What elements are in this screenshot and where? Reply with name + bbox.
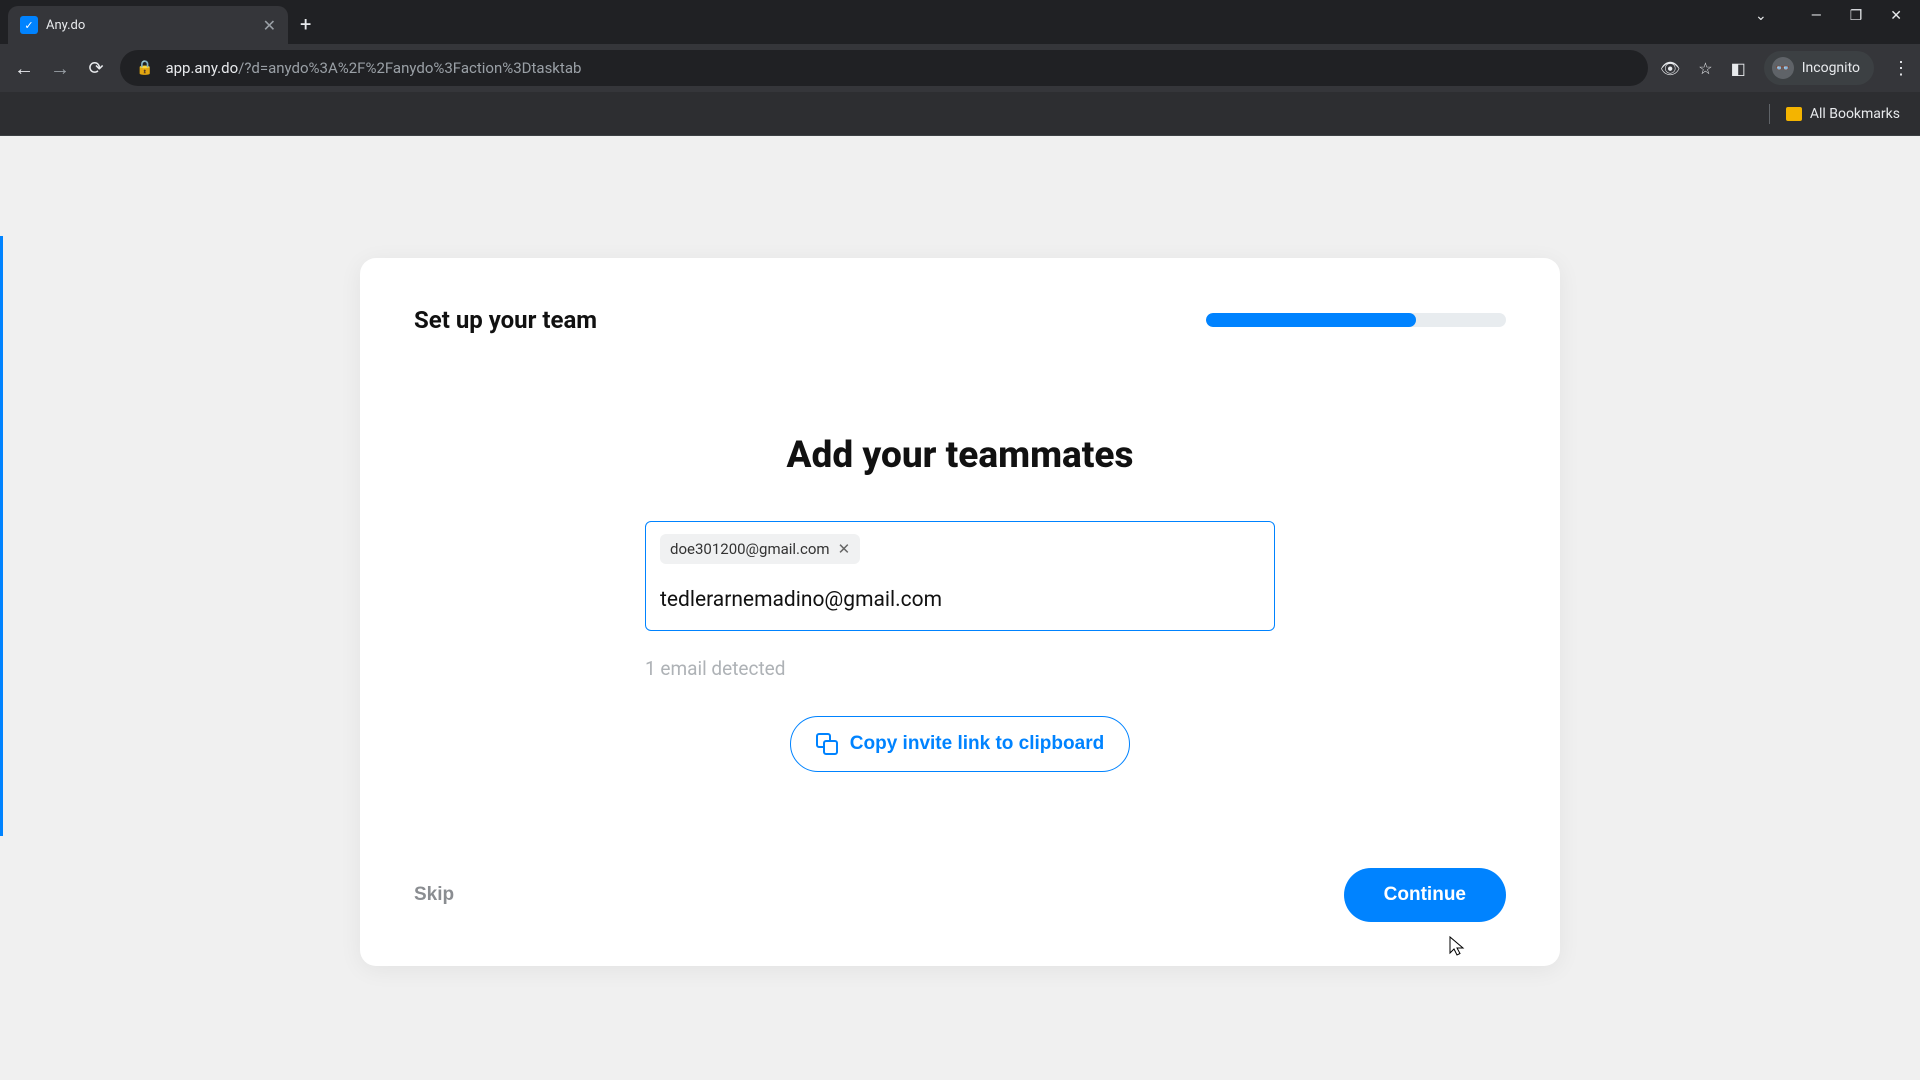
continue-button[interactable]: Continue [1344,868,1506,922]
emails-detected-text: 1 email detected [645,657,1275,680]
close-tab-icon[interactable]: ✕ [263,16,276,35]
forward-button[interactable]: → [48,56,72,81]
lock-icon: 🔒 [136,60,153,76]
bookmark-star-icon[interactable]: ☆ [1698,59,1712,78]
url-text: app.any.do/?d=anydo%3A%2F%2Fanydo%3Facti… [165,59,581,77]
incognito-badge[interactable]: 👓 Incognito [1764,51,1874,85]
new-tab-button[interactable]: + [300,12,311,36]
modal-header: Set up your team [414,306,1506,334]
email-chip-text: doe301200@gmail.com [670,540,830,558]
progress-fill [1206,313,1416,327]
incognito-icon: 👓 [1772,57,1794,79]
close-window-icon[interactable]: ✕ [1890,8,1902,24]
skip-button[interactable]: Skip [414,884,454,906]
chevron-down-icon[interactable]: ⌄ [1755,8,1767,24]
step-title: Set up your team [414,306,597,334]
menu-button[interactable]: ⋮ [1892,58,1908,79]
favicon-icon: ✓ [20,16,38,34]
email-input[interactable] [660,582,1260,612]
url-field[interactable]: 🔒 app.any.do/?d=anydo%3A%2F%2Fanydo%3Fac… [120,50,1648,86]
all-bookmarks-button[interactable]: All Bookmarks [1810,106,1900,122]
back-button[interactable]: ← [12,56,36,81]
copy-icon [816,733,838,755]
browser-tab[interactable]: ✓ Any.do ✕ [8,6,288,44]
folder-icon [1786,107,1802,121]
tab-title: Any.do [46,18,255,33]
remove-chip-icon[interactable]: ✕ [838,540,851,558]
minimize-icon[interactable]: — [1811,8,1822,24]
copy-link-label: Copy invite link to clipboard [850,733,1104,755]
onboarding-modal: Set up your team Add your teammates doe3… [360,258,1560,966]
bookmarks-bar: All Bookmarks [0,92,1920,136]
divider [1769,104,1770,124]
browser-chrome: ✓ Any.do ✕ + ⌄ — ❐ ✕ ← → ⟳ 🔒 app.any.do/… [0,0,1920,136]
incognito-label: Incognito [1802,60,1860,76]
eye-off-icon[interactable]: 👁 [1660,59,1680,78]
window-controls: ⌄ — ❐ ✕ [1755,8,1902,24]
side-panel-icon[interactable]: ◧ [1731,59,1746,78]
address-bar-right: 👁 ☆ ◧ 👓 Incognito ⋮ [1660,51,1908,85]
reload-button[interactable]: ⟳ [84,58,108,79]
main-heading: Add your teammates [414,434,1506,477]
email-input-box[interactable]: doe301200@gmail.com ✕ [645,521,1275,631]
email-chip: doe301200@gmail.com ✕ [660,534,860,564]
left-accent-edge [0,236,3,836]
progress-bar [1206,313,1506,327]
page-background: Set up your team Add your teammates doe3… [0,136,1920,1080]
address-bar: ← → ⟳ 🔒 app.any.do/?d=anydo%3A%2F%2Fanyd… [0,44,1920,92]
copy-invite-link-button[interactable]: Copy invite link to clipboard [790,716,1130,772]
maximize-icon[interactable]: ❐ [1850,8,1863,24]
modal-footer: Skip Continue [414,868,1506,922]
tab-bar: ✓ Any.do ✕ + ⌄ — ❐ ✕ [0,0,1920,44]
